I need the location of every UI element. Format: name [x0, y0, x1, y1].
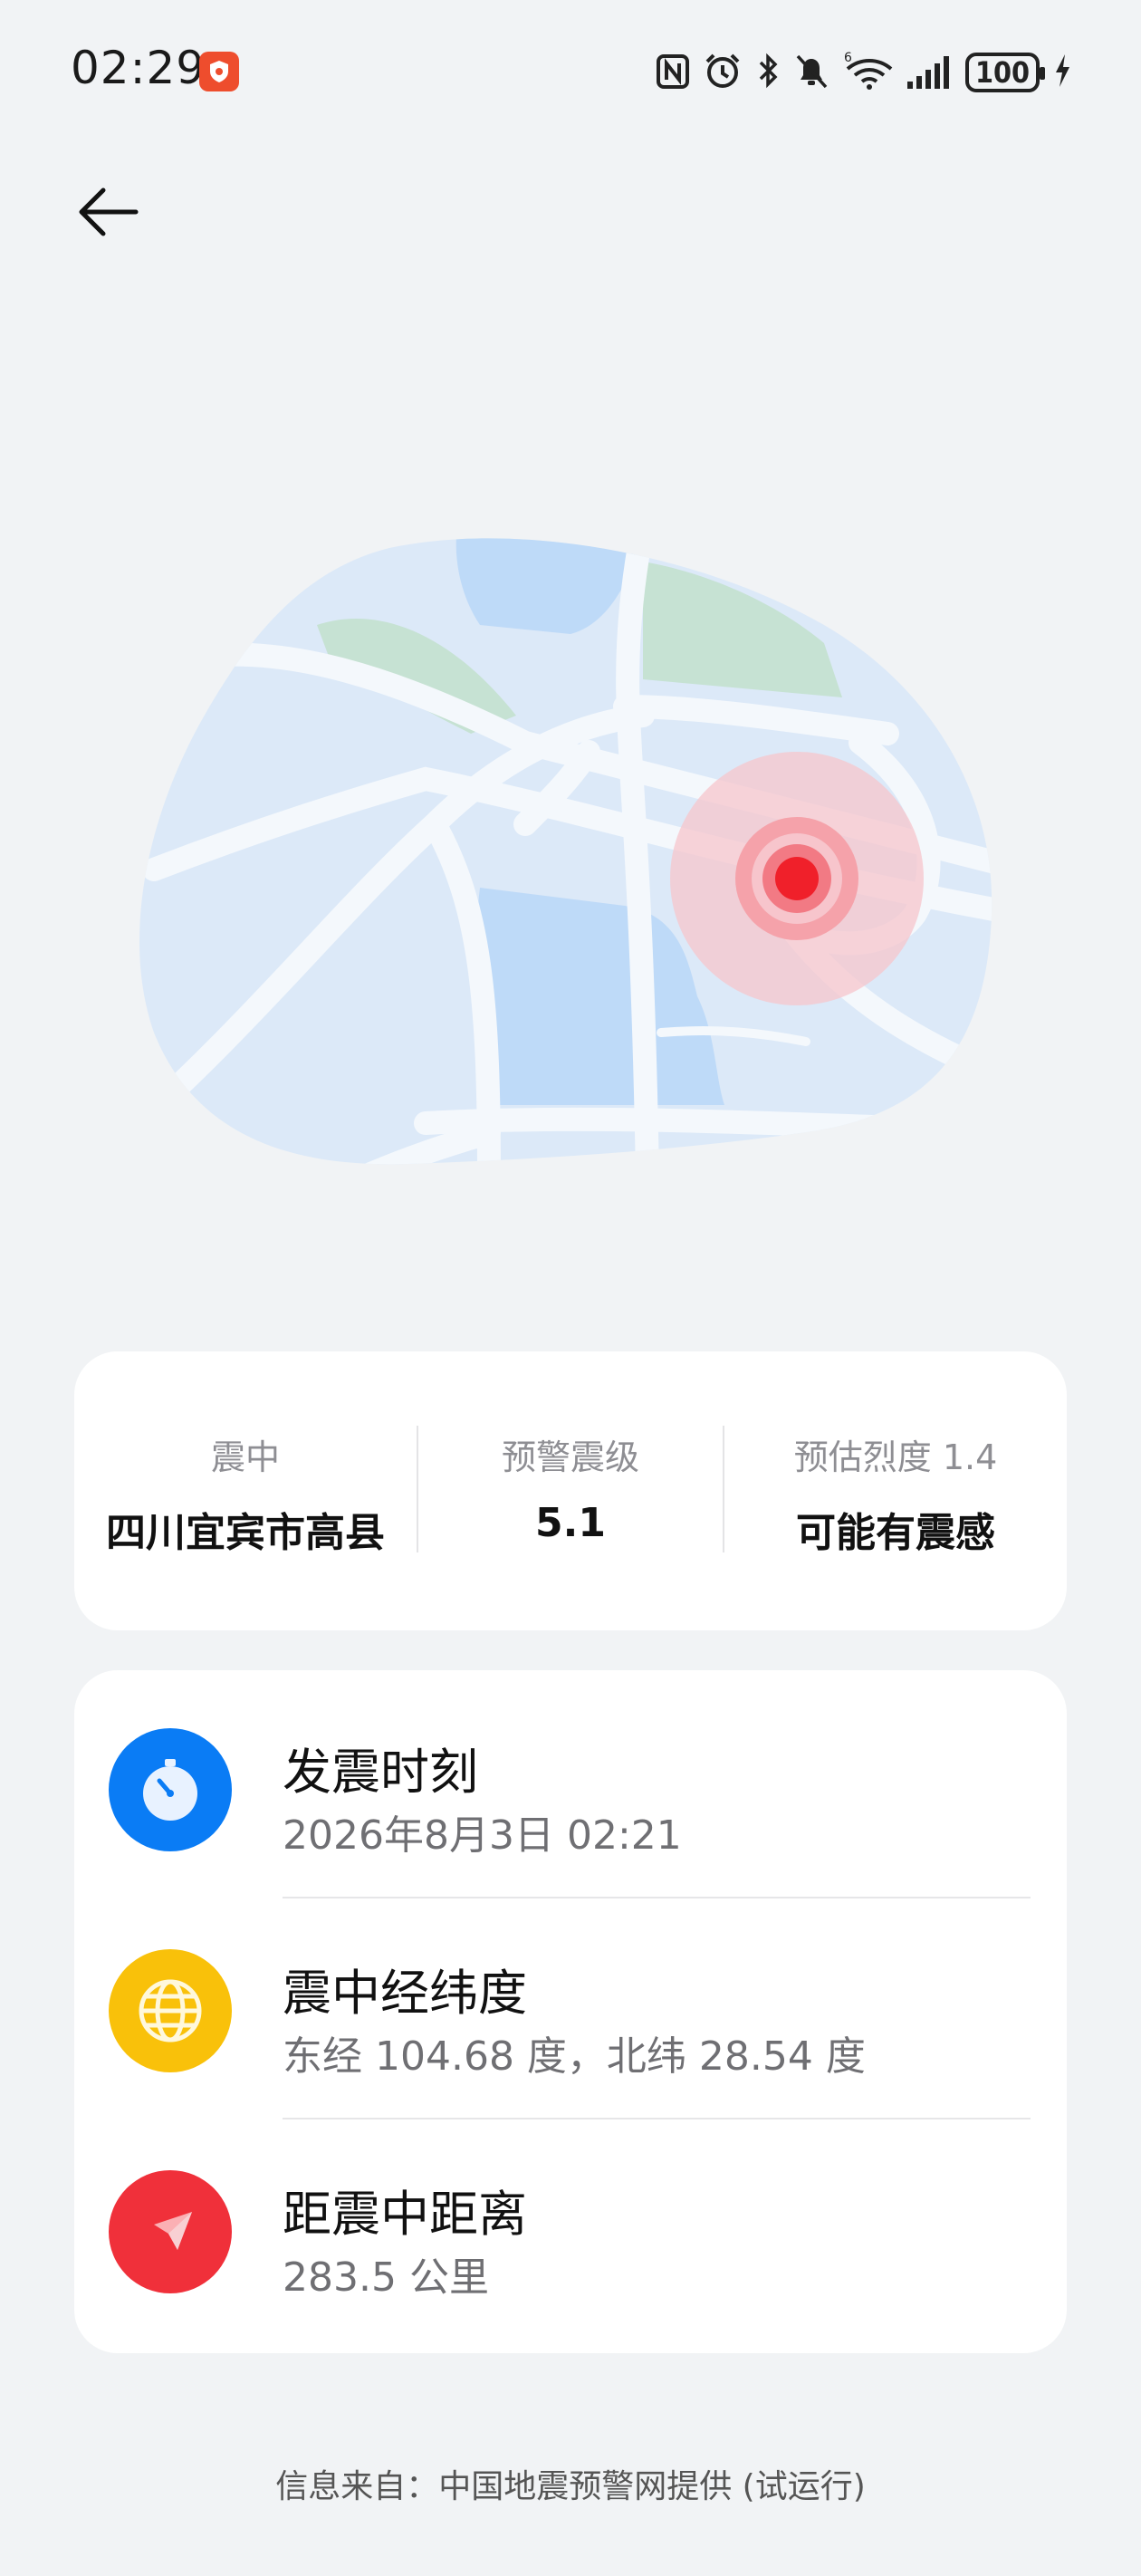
quake-time-title: 发震时刻	[283, 1744, 478, 1801]
app-badge-icon	[199, 52, 239, 91]
nfc-icon	[656, 47, 690, 94]
stopwatch-icon	[109, 1728, 232, 1851]
navigation-arrow-icon	[109, 2170, 232, 2293]
status-icons: 6 100	[656, 47, 1072, 94]
magnitude-label: 预警震级	[501, 1437, 639, 1477]
intensity-label: 预估烈度 1.4	[793, 1437, 998, 1477]
data-source-note: 信息来自：中国地震预警网提供 (试运行)	[275, 2468, 866, 2505]
back-button[interactable]	[72, 176, 145, 248]
battery-icon: 100	[965, 53, 1045, 92]
wifi-icon: 6	[842, 47, 893, 94]
mute-icon	[793, 47, 829, 94]
distance-row: 距震中距离 283.5 公里	[74, 2112, 1067, 2333]
svg-text:6: 6	[844, 51, 852, 65]
signal-icon	[906, 47, 953, 94]
magnitude-column: 预警震级 5.1	[418, 1351, 723, 1630]
arrow-left-icon	[79, 187, 139, 236]
quake-time-row: 发震时刻 2026年8月3日 02:21	[74, 1670, 1067, 1898]
coordinates-value: 东经 104.68 度，北纬 28.54 度	[283, 2033, 866, 2080]
summary-card: 震中 四川宜宾市高县 预警震级 5.1 预估烈度 1.4 可能有震感	[74, 1351, 1067, 1630]
epicenter-value: 四川宜宾市高县	[106, 1510, 385, 1556]
epicenter-marker	[670, 752, 924, 1005]
intensity-column: 预估烈度 1.4 可能有震感	[724, 1351, 1067, 1630]
distance-title: 距震中距离	[283, 2186, 527, 2243]
magnitude-value: 5.1	[535, 1500, 606, 1546]
battery-level: 100	[974, 55, 1031, 90]
epicenter-map-illustration	[136, 525, 1005, 1177]
epicenter-column: 震中 四川宜宾市高县	[74, 1351, 417, 1630]
status-time: 02:29	[71, 42, 206, 94]
status-bar: 02:29 6 100	[0, 0, 1141, 145]
details-card: 发震时刻 2026年8月3日 02:21 震中经纬度 东经 104.68 度，北…	[74, 1670, 1067, 2353]
globe-icon	[109, 1949, 232, 2072]
coordinates-row: 震中经纬度 东经 104.68 度，北纬 28.54 度	[74, 1891, 1067, 2119]
charging-icon	[1052, 47, 1072, 94]
intensity-value: 可能有震感	[796, 1510, 995, 1556]
coordinates-title: 震中经纬度	[283, 1965, 527, 2022]
quake-time-value: 2026年8月3日 02:21	[283, 1812, 682, 1859]
alarm-icon	[703, 47, 743, 94]
distance-value: 283.5 公里	[283, 2254, 489, 2301]
bluetooth-icon	[755, 47, 781, 94]
epicenter-label: 震中	[210, 1437, 280, 1477]
